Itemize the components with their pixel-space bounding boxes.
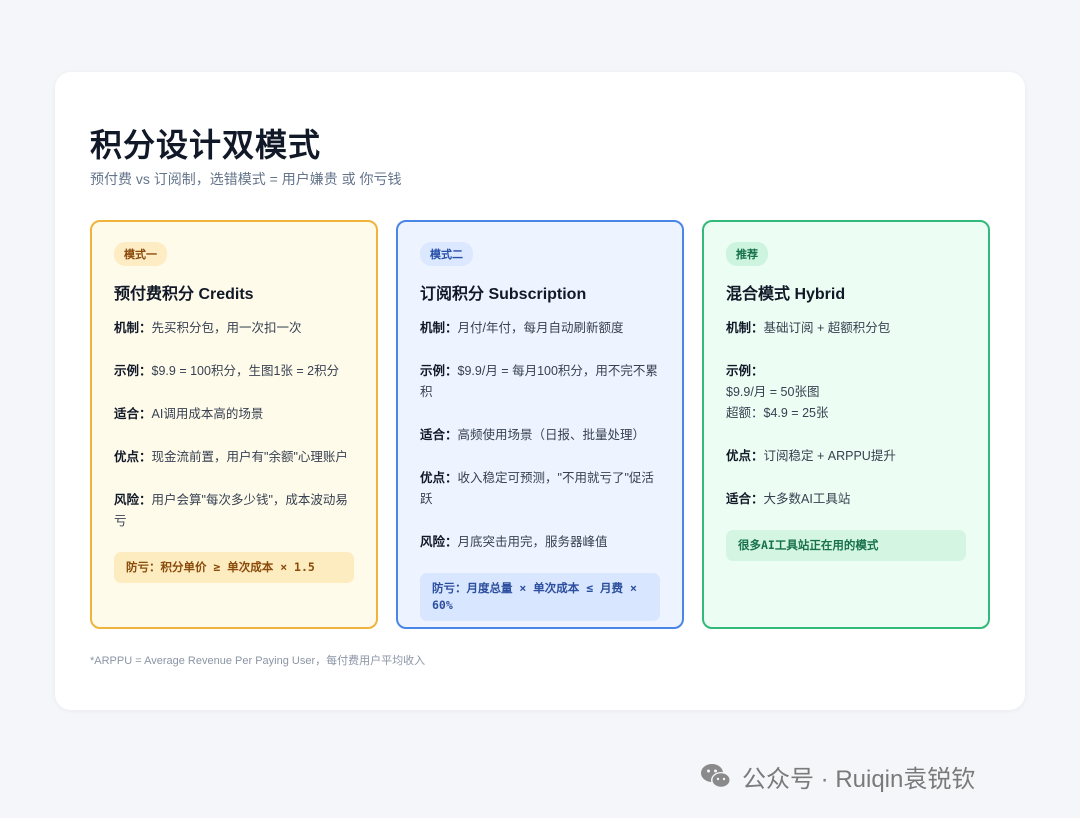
row-key: 适合：	[114, 407, 152, 421]
footnote: *ARPPU = Average Revenue Per Paying User…	[90, 655, 426, 667]
mode-badge: 模式二	[420, 242, 473, 266]
row-value: 基础订阅 + 超额积分包	[763, 321, 891, 335]
mode-card-hybrid: 推荐 混合模式 Hybrid 机制：基础订阅 + 超额积分包 示例： $9.9/月…	[702, 220, 990, 629]
page-subtitle: 预付费 vs 订阅制，选错模式 = 用户嫌贵 或 你亏钱	[90, 171, 402, 187]
row-value: $9.9 = 100积分，生图1张 = 2积分	[151, 364, 340, 378]
row-pros: 优点：收入稳定可预测，"不用就亏了"促活跃	[420, 468, 660, 510]
tip-box: 很多AI工具站正在用的模式	[726, 530, 966, 561]
row-value: 先买积分包，用一次扣一次	[151, 321, 302, 335]
tip-box: 防亏：月度总量 × 单次成本 ≤ 月费 × 60%	[420, 573, 660, 621]
row-mechanism: 机制：月付/年付，每月自动刷新额度	[420, 318, 660, 339]
row-value: 月付/年付，每月自动刷新额度	[457, 321, 624, 335]
row-suitable: 适合：高频使用场景（日报、批量处理）	[420, 425, 660, 446]
row-key: 优点：	[726, 449, 764, 463]
wechat-icon	[701, 764, 731, 788]
row-pros: 优点：现金流前置，用户有"余额"心理账户	[114, 447, 354, 468]
row-key: 适合：	[420, 428, 458, 442]
mode-title: 订阅积分 Subscription	[420, 286, 587, 303]
row-key: 风险：	[420, 535, 458, 549]
mode-card-subscription: 模式二 订阅积分 Subscription 机制：月付/年付，每月自动刷新额度 …	[396, 220, 684, 629]
recommend-badge: 推荐	[726, 242, 768, 266]
mode-badge: 模式一	[114, 242, 167, 266]
row-key: 示例：	[420, 364, 458, 378]
watermark: 公众号 · Ruiqin袁锐钦	[698, 758, 975, 794]
row-key: 机制：	[114, 321, 152, 335]
row-key: 风险：	[114, 493, 152, 507]
row-pros: 优点：订阅稳定 + ARPPU提升	[726, 446, 966, 467]
row-value: AI调用成本高的场景	[151, 407, 264, 421]
mode-title: 混合模式 Hybrid	[726, 286, 846, 303]
row-value: 月底突击用完，服务器峰值	[457, 535, 608, 549]
row-example: 示例：$9.9 = 100积分，生图1张 = 2积分	[114, 361, 354, 382]
main-card: 积分设计双模式 预付费 vs 订阅制，选错模式 = 用户嫌贵 或 你亏钱 模式一…	[55, 72, 1025, 710]
page-title: 积分设计双模式	[90, 127, 322, 163]
row-value: 订阅稳定 + ARPPU提升	[763, 449, 896, 463]
row-key: 优点：	[420, 471, 458, 485]
row-value: 高频使用场景（日报、批量处理）	[457, 428, 646, 442]
row-key: 示例：	[114, 364, 152, 378]
tip-box: 防亏：积分单价 ≥ 单次成本 × 1.5	[114, 552, 354, 583]
row-key: 机制：	[726, 321, 764, 335]
row-key: 机制：	[420, 321, 458, 335]
row-risk: 风险：用户会算"每次多少钱"，成本波动易亏	[114, 490, 354, 532]
row-value: 大多数AI工具站	[763, 492, 851, 506]
mode-title: 预付费积分 Credits	[114, 286, 254, 303]
row-example: 示例：$9.9/月 = 每月100积分，用不完不累积	[420, 361, 660, 403]
row-suitable: 适合：大多数AI工具站	[726, 489, 966, 510]
row-value: $9.9/月 = 50张图	[726, 385, 820, 399]
row-value-extra: 超额：$4.9 = 25张	[726, 406, 829, 420]
row-key: 优点：	[114, 450, 152, 464]
row-mechanism: 机制：先买积分包，用一次扣一次	[114, 318, 354, 339]
row-suitable: 适合：AI调用成本高的场景	[114, 404, 354, 425]
row-value: 现金流前置，用户有"余额"心理账户	[151, 450, 348, 464]
watermark-text: 公众号 · Ruiqin袁锐钦	[742, 765, 976, 793]
row-risk: 风险：月底突击用完，服务器峰值	[420, 532, 660, 553]
mode-card-credits: 模式一 预付费积分 Credits 机制：先买积分包，用一次扣一次 示例：$9.…	[90, 220, 378, 629]
row-key: 示例：	[726, 364, 764, 378]
row-key: 适合：	[726, 492, 764, 506]
row-mechanism: 机制：基础订阅 + 超额积分包	[726, 318, 966, 339]
row-example: 示例： $9.9/月 = 50张图 超额：$4.9 = 25张	[726, 361, 966, 424]
